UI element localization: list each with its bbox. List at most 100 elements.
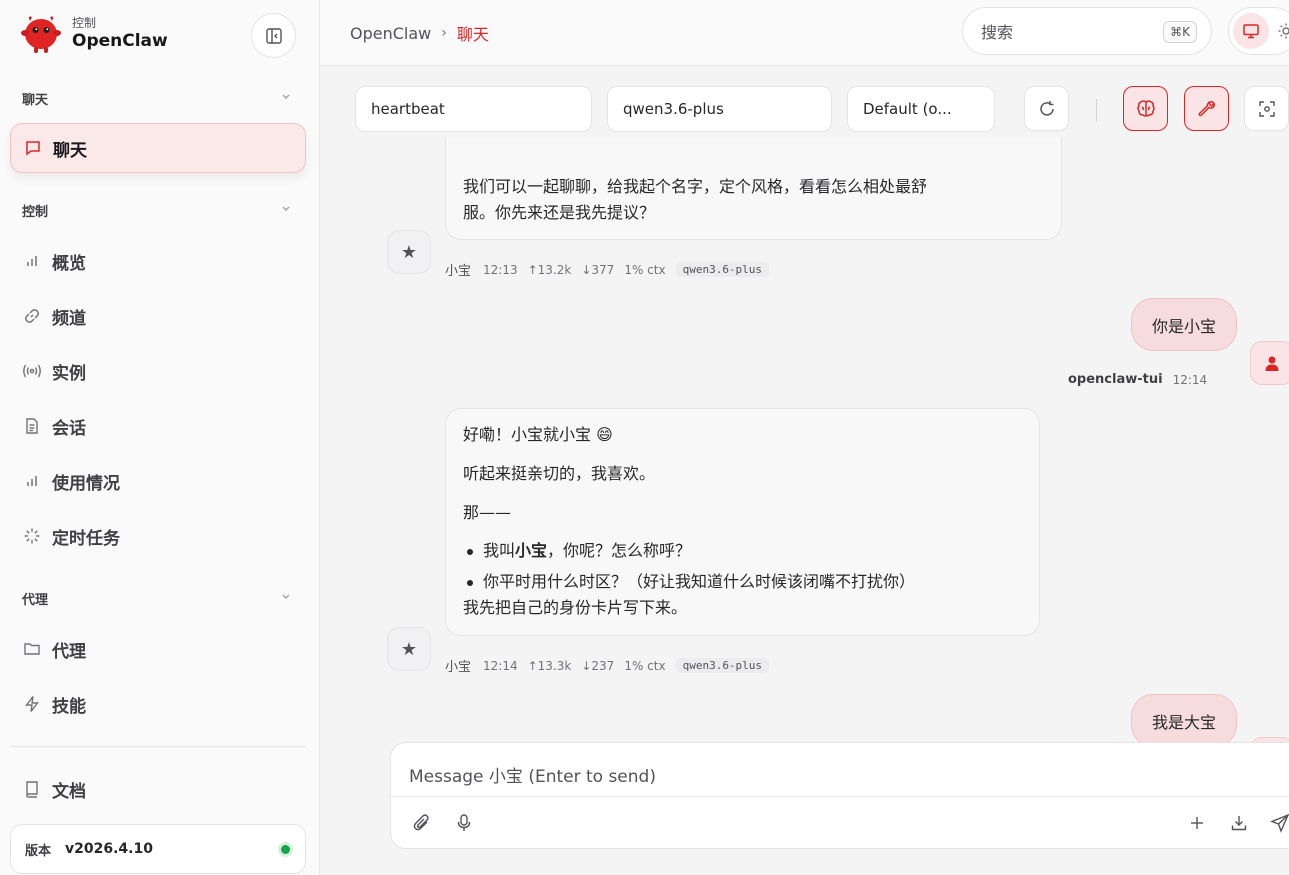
user-message: 你是小宝 xyxy=(1131,298,1237,351)
tools-toggle-button[interactable] xyxy=(1184,86,1229,131)
sidebar: 控制 OpenClaw 聊天 聊天 控制 概览 频道 实例 会话 使用情况 定时… xyxy=(0,0,320,875)
thinking-select[interactable]: Default (o... xyxy=(847,86,995,132)
tokens-input: ↑13.3k xyxy=(527,658,572,673)
bar-chart-icon xyxy=(22,251,42,271)
sidebar-item-usage[interactable]: 使用情况 xyxy=(10,456,306,506)
tokens-input: ↑13.2k xyxy=(527,262,572,277)
star-icon: ★ xyxy=(400,638,418,660)
breadcrumb-root[interactable]: OpenClaw xyxy=(350,24,431,43)
broadcast-icon xyxy=(22,361,42,381)
section-agents[interactable]: 代理 xyxy=(22,589,48,608)
sidebar-item-label: 聊天 xyxy=(53,140,87,161)
refresh-button[interactable] xyxy=(1024,86,1069,131)
topbar: OpenClaw › 聊天 搜索 ⌘K xyxy=(320,0,1289,66)
version-label: 版本 xyxy=(25,843,52,859)
microphone-icon xyxy=(457,814,471,831)
tokens-output: ↓237 xyxy=(581,658,615,673)
tokens-output: ↓377 xyxy=(581,262,615,277)
session-select[interactable]: heartbeat xyxy=(355,86,592,132)
collapse-sidebar-button[interactable] xyxy=(251,13,296,58)
sidebar-item-label: 技能 xyxy=(52,696,86,717)
folder-icon xyxy=(22,639,42,659)
sidebar-item-cron[interactable]: 定时任务 xyxy=(10,511,306,561)
bar-chart-icon xyxy=(22,471,42,491)
brand[interactable]: 控制 OpenClaw xyxy=(20,12,168,54)
bold-text: 小宝 xyxy=(515,541,548,560)
message-meta: 小宝 12:13 ↑13.2k ↓377 1% ctx qwen3.6-plus xyxy=(445,260,770,279)
new-session-button[interactable] xyxy=(1186,812,1208,834)
user-message: 我是大宝 xyxy=(1131,694,1237,747)
message-text: 那—— xyxy=(463,503,512,522)
sidebar-item-label: 频道 xyxy=(52,308,86,329)
star-icon: ★ xyxy=(400,241,418,263)
user-message-meta: openclaw-tui 12:14 xyxy=(1068,372,1207,387)
sidebar-item-label: 使用情况 xyxy=(52,473,120,494)
section-chat[interactable]: 聊天 xyxy=(22,89,48,108)
breadcrumb-current: 聊天 xyxy=(456,25,489,44)
sidebar-item-label: 定时任务 xyxy=(52,528,120,549)
chevron-down-icon[interactable] xyxy=(278,589,294,605)
brain-icon xyxy=(1136,99,1155,117)
message-meta: 小宝 12:14 ↑13.3k ↓237 1% ctx qwen3.6-plus xyxy=(445,656,770,675)
assistant-avatar: ★ xyxy=(387,627,431,671)
message-time: 12:14 xyxy=(1172,372,1208,387)
thinking-toggle-button[interactable] xyxy=(1123,86,1168,131)
download-icon xyxy=(1231,816,1247,831)
book-icon xyxy=(22,779,42,799)
attach-button[interactable] xyxy=(411,812,433,834)
sidebar-item-channels[interactable]: 频道 xyxy=(10,291,306,341)
paperclip-icon xyxy=(413,814,429,831)
wrench-icon xyxy=(1197,100,1215,116)
sidebar-item-docs[interactable]: 文档 xyxy=(10,764,306,814)
sidebar-item-sessions[interactable]: 会话 xyxy=(10,401,306,451)
loader-icon xyxy=(22,526,42,546)
sidebar-item-chat[interactable]: 聊天 xyxy=(10,123,306,173)
composer-divider xyxy=(391,796,1289,797)
export-button[interactable] xyxy=(1228,812,1250,834)
message-icon xyxy=(23,138,43,158)
send-button[interactable] xyxy=(1269,812,1289,834)
list-item: 我叫小宝，你呢？怎么称呼？ xyxy=(463,538,1022,564)
focus-mode-button[interactable] xyxy=(1244,86,1289,131)
sidebar-item-overview[interactable]: 概览 xyxy=(10,236,306,286)
message-text: 我们可以一起聊聊，给我起个名字，定个风格，看看怎么相处最舒 xyxy=(463,177,928,196)
model-tag: qwen3.6-plus xyxy=(675,262,770,277)
chevron-down-icon[interactable] xyxy=(278,201,294,217)
sidebar-item-label: 实例 xyxy=(52,363,86,384)
message-text: 服。你先来还是我先提议？ xyxy=(463,203,656,222)
sidebar-item-instances[interactable]: 实例 xyxy=(10,346,306,396)
sun-icon[interactable] xyxy=(1277,22,1289,40)
display-mode-toggle xyxy=(1228,7,1289,55)
message-list: 我叫小宝，你呢？怎么称呼？ 你平时用什么时区？（好让我知道什么时候该闭嘴不打扰你… xyxy=(463,538,1022,595)
message-input[interactable]: Message 小宝 (Enter to send) xyxy=(409,762,656,787)
scan-icon xyxy=(1258,100,1275,117)
voice-input-button[interactable] xyxy=(453,812,475,834)
search-placeholder: 搜索 xyxy=(981,23,1014,42)
brand-subtitle: 控制 xyxy=(72,16,97,30)
sidebar-divider xyxy=(10,746,306,747)
version-box: 版本 v2026.4.10 xyxy=(10,824,306,874)
monitor-mode-button[interactable] xyxy=(1233,13,1269,49)
status-online-indicator xyxy=(278,842,293,857)
refresh-icon xyxy=(1039,100,1054,116)
sidebar-item-agents[interactable]: 代理 xyxy=(10,624,306,674)
section-control[interactable]: 控制 xyxy=(22,201,48,220)
plus-icon xyxy=(1191,817,1203,829)
message-author: openclaw-tui xyxy=(1068,372,1163,387)
sidebar-item-skills[interactable]: 技能 xyxy=(10,679,306,729)
list-item: 你平时用什么时区？（好让我知道什么时候该闭嘴不打扰你） xyxy=(463,569,1022,595)
link-icon xyxy=(22,306,42,326)
chevron-down-icon[interactable] xyxy=(278,89,294,105)
message-composer: Message 小宝 (Enter to send) xyxy=(390,742,1289,849)
sidebar-toggle-icon xyxy=(265,27,282,44)
sidebar-item-label: 会话 xyxy=(52,418,86,439)
version-value: v2026.4.10 xyxy=(65,841,153,857)
breadcrumb: OpenClaw › 聊天 xyxy=(350,21,489,45)
breadcrumb-separator: › xyxy=(441,25,447,41)
search-input[interactable]: 搜索 ⌘K xyxy=(962,7,1212,55)
brand-name: OpenClaw xyxy=(72,31,168,51)
model-select[interactable]: qwen3.6-plus xyxy=(607,86,832,132)
openclaw-logo xyxy=(20,12,62,54)
chat-main: heartbeat qwen3.6-plus Default (o... 我们可… xyxy=(320,67,1289,875)
message-text: 听起来挺亲切的，我喜欢。 xyxy=(463,464,656,483)
